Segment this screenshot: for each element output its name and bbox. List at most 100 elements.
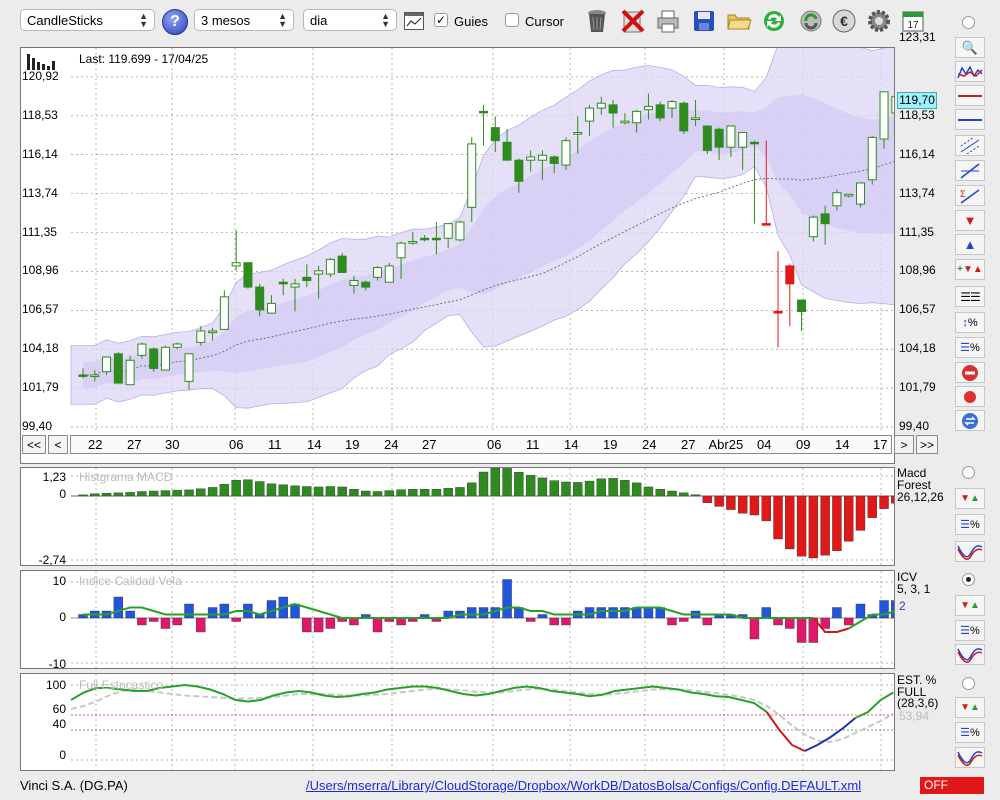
candle-body <box>832 192 842 207</box>
candle-body <box>667 101 677 109</box>
y-tick-label: 0 <box>59 748 66 762</box>
x-axis-label: 27 <box>127 437 142 452</box>
icv-bar <box>749 617 760 640</box>
stochastic-panel-radio[interactable] <box>962 677 975 690</box>
guides-checkbox[interactable]: ✓ <box>434 13 448 27</box>
zoom-button[interactable]: 🔍 <box>955 37 985 58</box>
fibonacci-tool-button[interactable]: Σ <box>955 185 985 206</box>
candle-body <box>879 91 889 140</box>
stop-button[interactable] <box>955 362 985 383</box>
stochastic-panel[interactable]: Full Estocastico <box>20 673 895 771</box>
stochastic-curve-button[interactable] <box>955 747 985 768</box>
lines-percent-icon: ☰% <box>960 727 980 739</box>
config-path-link[interactable]: /Users/mserra/Library/CloudStorage/Dropb… <box>306 778 861 793</box>
settings-button[interactable] <box>865 6 893 36</box>
candle-body <box>867 136 877 181</box>
stochastic-title: Full Estocastico <box>79 678 164 692</box>
icv-signals-button[interactable]: ▼▲ <box>955 595 985 616</box>
chart-type-select[interactable]: CandleSticks ▲ ▼ <box>20 9 155 31</box>
candle-body <box>749 141 759 145</box>
nav-first-button[interactable]: << <box>22 435 46 454</box>
indicator-overlay-button[interactable] <box>955 61 985 82</box>
delete-button[interactable] <box>619 6 647 36</box>
lines-percent-icon: ☰% <box>960 519 980 531</box>
currency-button[interactable]: € <box>830 6 858 36</box>
open-folder-button[interactable] <box>725 6 753 36</box>
list-button[interactable]: ☰☰ <box>955 286 985 307</box>
scale-percent-button[interactable]: ↕% <box>955 312 985 333</box>
help-button[interactable]: ? <box>162 9 188 35</box>
y-tick-label-right: 111,35 <box>899 224 934 239</box>
x-axis-label: 17 <box>873 437 888 452</box>
trendline-tool-button[interactable] <box>955 160 985 181</box>
add-signals-button[interactable]: +▼▲ <box>955 259 985 280</box>
macd-bar <box>160 490 171 497</box>
save-button[interactable] <box>690 6 718 36</box>
icv-bar <box>502 579 512 619</box>
stochastic-lines-percent-button[interactable]: ☰% <box>955 722 985 743</box>
icv-bar <box>467 607 477 619</box>
icv-bar <box>667 617 677 626</box>
interval-select[interactable]: dia ▲ ▼ <box>303 9 397 31</box>
candle-body <box>620 120 630 124</box>
x-axis-label: 11 <box>526 437 540 452</box>
lines-percent-button[interactable]: ☰% <box>955 337 985 358</box>
candle-body <box>526 156 536 161</box>
trash-button[interactable] <box>583 6 611 36</box>
nav-prev-button[interactable]: < <box>48 435 68 454</box>
icv-bar <box>785 617 795 629</box>
nav-last-button[interactable]: >> <box>916 435 938 454</box>
candle-body <box>384 265 394 283</box>
icv-panel-radio[interactable] <box>962 573 975 586</box>
price-chart[interactable] <box>21 48 894 463</box>
print-button[interactable] <box>654 6 682 36</box>
icv-bar <box>643 607 654 619</box>
icv-panel[interactable]: Indice Calidad Vela <box>20 570 895 669</box>
macd-bar <box>667 490 677 497</box>
macd-panel[interactable]: Histgrama MACD <box>20 467 895 566</box>
macd-lines-percent-button[interactable]: ☰% <box>955 514 985 535</box>
macd-bar <box>361 490 371 497</box>
macd-curve-button[interactable] <box>955 541 985 562</box>
macd-bar <box>608 478 618 497</box>
candle-body <box>113 353 123 384</box>
x-axis-label: 14 <box>564 437 579 452</box>
swap-button[interactable] <box>955 410 985 431</box>
icv-bar <box>113 596 124 619</box>
candle-body <box>302 276 312 282</box>
nav-next-button[interactable]: > <box>894 435 914 454</box>
y-tick-label: 120,92 <box>22 68 59 83</box>
macd-signals-button[interactable]: ▼▲ <box>955 488 985 509</box>
record-button[interactable] <box>955 386 985 407</box>
stochastic-signals-button[interactable]: ▼▲ <box>955 697 985 718</box>
y-tick-label: 104,18 <box>22 341 59 356</box>
chart-window-icon <box>405 13 423 27</box>
chart-window-button[interactable] <box>404 12 424 30</box>
icv-bar <box>832 607 842 619</box>
macd-bar <box>502 468 512 497</box>
price-chart-panel[interactable]: Last: 119.699 - 17/04/25 <box>20 47 895 464</box>
cursor-checkbox[interactable] <box>505 13 519 27</box>
macd-params: 26,12,26 <box>897 490 944 504</box>
icv-lines-percent-button[interactable]: ☰% <box>955 620 985 641</box>
chevron-updown-icon: ▲ ▼ <box>278 11 287 29</box>
main-panel-radio[interactable] <box>962 16 975 29</box>
y-tick-label: 108,96 <box>22 263 59 278</box>
horizontal-line-red-button[interactable] <box>955 85 985 106</box>
channel-tool-button[interactable] <box>955 135 985 156</box>
y-tick-label-right: 104,18 <box>899 341 936 356</box>
macd-bar <box>290 485 300 497</box>
macd-bar <box>184 489 194 497</box>
macd-panel-radio[interactable] <box>962 466 975 479</box>
period-select[interactable]: 3 mesos ▲ ▼ <box>194 9 294 31</box>
macd-bar <box>78 494 88 497</box>
icv-curve-button[interactable] <box>955 644 985 665</box>
list-lines-icon: ☰☰ <box>960 289 980 304</box>
update-data-button[interactable] <box>797 6 825 36</box>
buy-signal-button[interactable]: ▲ <box>955 234 985 255</box>
candle-body <box>726 125 736 148</box>
refresh-button[interactable] <box>760 6 788 36</box>
horizontal-line-blue-button[interactable] <box>955 109 985 130</box>
sell-signal-button[interactable]: ▼ <box>955 210 985 231</box>
off-status-badge[interactable]: OFF <box>920 777 984 794</box>
